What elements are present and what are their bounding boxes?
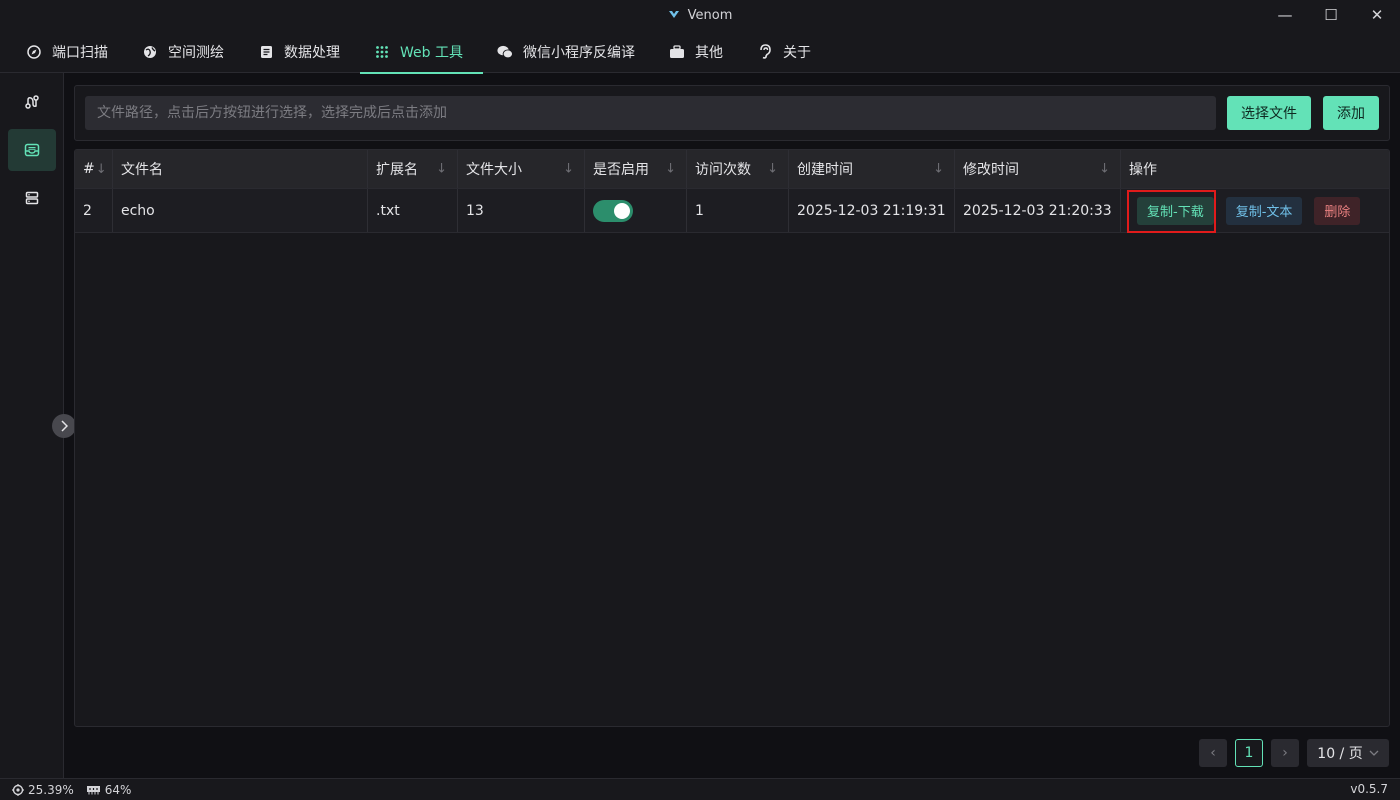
sort-icon: ↓ bbox=[933, 161, 944, 177]
window-controls: — ☐ ✕ bbox=[1262, 0, 1400, 30]
title-bar: Venom — ☐ ✕ bbox=[0, 0, 1400, 30]
column-header-extension[interactable]: 扩展名 ↓ bbox=[368, 150, 458, 188]
minimize-button[interactable]: — bbox=[1262, 0, 1308, 30]
column-header-modified[interactable]: 修改时间 ↓ bbox=[955, 150, 1121, 188]
venom-logo-icon bbox=[668, 11, 679, 18]
sidebar-item-route[interactable] bbox=[8, 81, 56, 123]
tab-label: 端口扫描 bbox=[52, 44, 108, 61]
tab-label: 关于 bbox=[782, 44, 811, 61]
maximize-button[interactable]: ☐ bbox=[1308, 0, 1354, 30]
column-header-enabled[interactable]: 是否启用 ↓ bbox=[585, 150, 687, 188]
column-header-actions: 操作 bbox=[1129, 162, 1157, 178]
copy-text-button[interactable]: 复制-文本 bbox=[1225, 196, 1303, 225]
sort-icon: ↓ bbox=[665, 161, 676, 177]
page-1-button[interactable]: 1 bbox=[1235, 739, 1263, 767]
chevron-right-icon bbox=[61, 420, 68, 432]
cell-modified: 2025-12-03 21:20:33 bbox=[955, 189, 1121, 232]
tab-other[interactable]: 其他 bbox=[655, 30, 743, 73]
sort-icon: ↓ bbox=[767, 161, 778, 177]
sidebar-item-server[interactable] bbox=[8, 177, 56, 219]
version-label: v0.5.7 bbox=[1350, 782, 1388, 796]
next-page-button[interactable]: › bbox=[1271, 739, 1299, 767]
cell-filename: echo bbox=[113, 189, 368, 232]
add-button[interactable]: 添加 bbox=[1323, 96, 1379, 130]
delete-button[interactable]: 删除 bbox=[1314, 196, 1361, 225]
tab-label: 其他 bbox=[694, 44, 723, 61]
cell-size: 13 bbox=[458, 189, 585, 232]
sidebar-item-file-host[interactable] bbox=[8, 129, 56, 171]
tab-label: Web 工具 bbox=[400, 44, 463, 61]
tab-label: 空间测绘 bbox=[168, 44, 224, 61]
column-header-filename[interactable]: 文件名 bbox=[113, 150, 368, 188]
tab-wechat-decompile[interactable]: 微信小程序反编译 bbox=[483, 30, 655, 73]
sort-icon: ↓ bbox=[436, 161, 447, 177]
cpu-usage: 25.39% bbox=[12, 783, 74, 797]
cell-actions: 复制-下载 复制-文本 删除 bbox=[1121, 189, 1389, 232]
main-tabs: 端口扫描 空间测绘 数据处理 Web 工具 微信小程序反编译 其他 关于 bbox=[0, 30, 1400, 74]
column-header-created[interactable]: 创建时间 ↓ bbox=[789, 150, 955, 188]
briefcase-icon bbox=[669, 44, 685, 60]
column-header-size[interactable]: 文件大小 ↓ bbox=[458, 150, 585, 188]
route-icon bbox=[25, 95, 39, 109]
table-header: # ↓ 文件名 扩展名 ↓ 文件大小 ↓ 是否启用 ↓ 访问次数 ↓ 创建时间 ↓ 修改时间… bbox=[75, 150, 1389, 189]
compass-icon bbox=[26, 44, 42, 60]
file-table: # ↓ 文件名 扩展名 ↓ 文件大小 ↓ 是否启用 ↓ 访问次数 ↓ 创建时间 ↓ 修改时间… bbox=[74, 149, 1390, 727]
status-bar: 25.39% 64% v0.5.7 bbox=[0, 778, 1400, 800]
window-title: Venom bbox=[687, 7, 733, 23]
cell-visits: 1 bbox=[687, 189, 789, 232]
tab-space-mapping[interactable]: 空间测绘 bbox=[128, 30, 244, 73]
globe-icon bbox=[142, 44, 158, 60]
tab-data-processing[interactable]: 数据处理 bbox=[244, 30, 360, 73]
wechat-icon bbox=[497, 44, 513, 60]
cpu-icon bbox=[12, 783, 24, 796]
close-button[interactable]: ✕ bbox=[1354, 0, 1400, 30]
memory-icon bbox=[86, 785, 100, 794]
cell-created: 2025-12-03 21:19:31 bbox=[789, 189, 955, 232]
tab-about[interactable]: 关于 bbox=[743, 30, 831, 73]
grid-icon bbox=[374, 44, 390, 60]
prev-page-button[interactable]: ‹ bbox=[1199, 739, 1227, 767]
cell-extension: .txt bbox=[368, 189, 458, 232]
page-size-select[interactable]: 10 / 页 bbox=[1307, 739, 1389, 767]
document-icon bbox=[258, 44, 274, 60]
server-icon bbox=[25, 191, 39, 205]
cell-index: 2 bbox=[75, 189, 113, 232]
chevron-down-icon bbox=[1369, 750, 1379, 756]
enabled-toggle[interactable] bbox=[593, 199, 633, 222]
ear-icon bbox=[757, 44, 773, 60]
select-file-button[interactable]: 选择文件 bbox=[1227, 96, 1311, 130]
tab-label: 微信小程序反编译 bbox=[522, 44, 635, 61]
sort-icon: ↓ bbox=[95, 161, 107, 177]
sort-icon: ↓ bbox=[563, 161, 574, 177]
upload-panel: 选择文件 添加 bbox=[74, 85, 1390, 141]
sort-icon: ↓ bbox=[1099, 161, 1110, 177]
memory-usage: 64% bbox=[86, 783, 131, 797]
inbox-icon bbox=[24, 143, 40, 157]
tab-label: 数据处理 bbox=[284, 44, 340, 61]
sidebar-expand-button[interactable] bbox=[52, 414, 76, 438]
column-header-index[interactable]: # ↓ bbox=[75, 150, 113, 188]
tab-port-scan[interactable]: 端口扫描 bbox=[12, 30, 128, 73]
page-size-label: 10 / 页 bbox=[1317, 746, 1363, 762]
app-title-group: Venom bbox=[668, 7, 733, 23]
table-row: 2 echo .txt 13 1 2025-12-03 21:19:31 202… bbox=[75, 189, 1389, 233]
file-path-input[interactable] bbox=[85, 96, 1216, 130]
copy-download-button[interactable]: 复制-下载 bbox=[1137, 196, 1214, 225]
tab-web-tools[interactable]: Web 工具 bbox=[360, 30, 483, 74]
cell-enabled bbox=[585, 189, 687, 232]
column-header-visits[interactable]: 访问次数 ↓ bbox=[687, 150, 789, 188]
